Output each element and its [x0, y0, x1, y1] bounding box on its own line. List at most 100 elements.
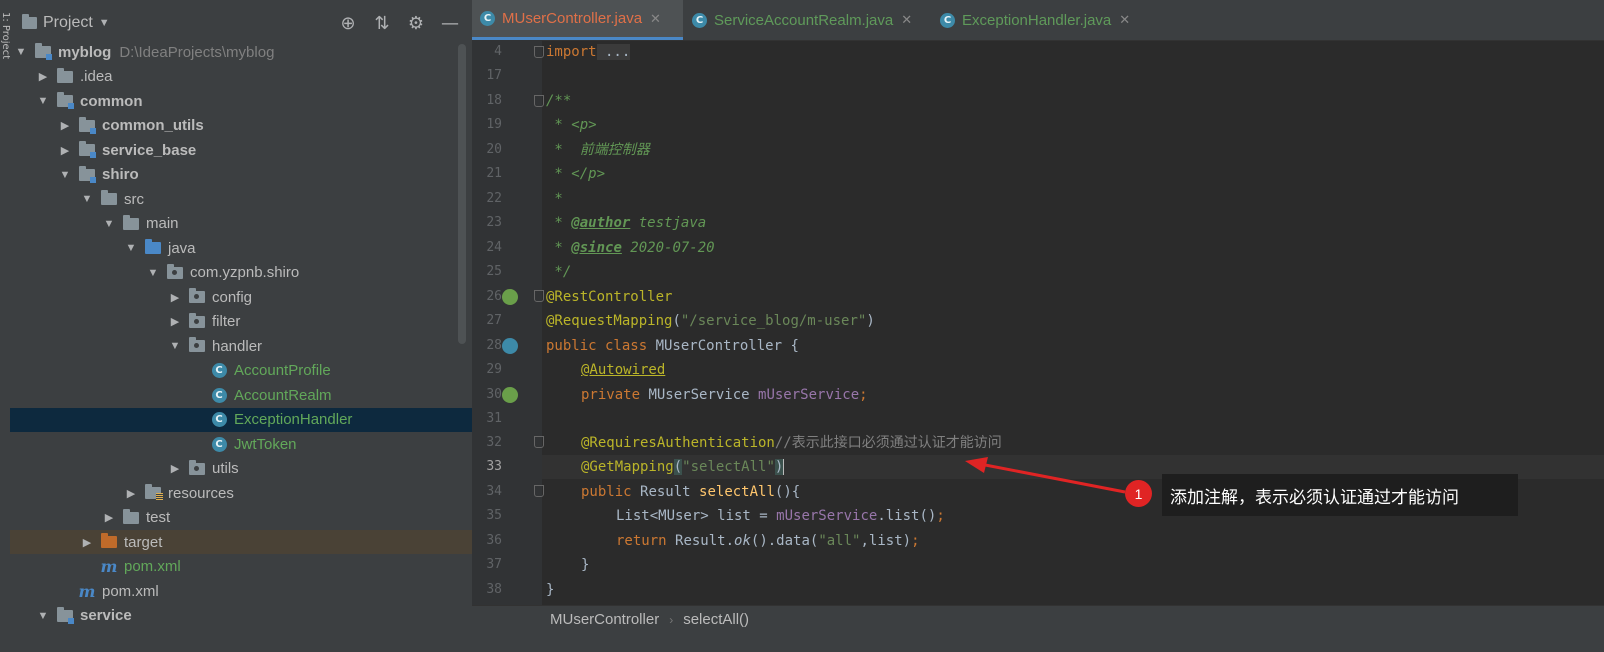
- editor-area: C MUserController.java ✕ C ServiceAccoun…: [472, 0, 1604, 652]
- code-line-30: private MUserService mUserService;: [581, 387, 868, 403]
- tab-musercontroller[interactable]: C MUserController.java ✕: [472, 0, 683, 40]
- tree-item[interactable]: C AccountRealm: [10, 383, 472, 407]
- close-icon[interactable]: ✕: [901, 12, 912, 28]
- fold-marker-icon[interactable]: [534, 95, 544, 107]
- line-number: 37: [486, 557, 502, 572]
- tree-item[interactable]: ▶ filter: [10, 310, 472, 334]
- expand-arrow-icon[interactable]: ▼: [80, 193, 94, 205]
- breadcrumb: MUserController › selectAll(): [472, 605, 1604, 633]
- folder-icon: [78, 116, 96, 134]
- class-icon: C: [940, 12, 955, 28]
- code-line-27: @RequestMapping("/service_blog/m-user"): [546, 313, 875, 329]
- tree-item[interactable]: ▶ utils: [10, 457, 472, 481]
- breadcrumb-class[interactable]: MUserController: [550, 611, 659, 628]
- minimize-icon[interactable]: —: [440, 12, 460, 34]
- expand-arrow-icon[interactable]: ▼: [58, 169, 72, 181]
- autowired-gutter-icon[interactable]: [502, 387, 518, 403]
- package-icon: [188, 312, 206, 330]
- tab-label: MUserController.java: [502, 10, 643, 27]
- tree-item[interactable]: C AccountProfile: [10, 359, 472, 383]
- folded-imports[interactable]: ...: [596, 44, 631, 60]
- code-line-23: * @author testjava: [546, 215, 707, 231]
- collapse-arrow-icon[interactable]: ▶: [124, 487, 138, 500]
- tree-item[interactable]: C ExceptionHandler: [10, 407, 472, 432]
- breadcrumb-method[interactable]: selectAll(): [683, 611, 749, 628]
- tree-item[interactable]: ▼ java: [10, 236, 472, 260]
- locate-icon[interactable]: ⊕: [338, 12, 358, 34]
- tree-item[interactable]: ▶ service_base: [10, 138, 472, 162]
- package-icon: [188, 288, 206, 305]
- tree-item[interactable]: ▼ com.yzpnb.shiro: [10, 261, 472, 285]
- tree-item[interactable]: ▼ src: [10, 187, 472, 211]
- expand-arrow-icon[interactable]: ▼: [36, 610, 50, 622]
- gear-icon[interactable]: ⚙: [406, 12, 426, 34]
- collapse-arrow-icon[interactable]: ▶: [168, 462, 182, 475]
- chevron-down-icon: ▼: [98, 17, 110, 29]
- tree-item[interactable]: ▼ main: [10, 212, 472, 236]
- tree-item[interactable]: m pom.xml: [10, 555, 472, 579]
- tree-item[interactable]: ▼ common: [10, 89, 472, 113]
- code-line-38: }: [546, 582, 555, 598]
- tree-item[interactable]: ▶ .idea: [10, 65, 472, 89]
- bottom-bar: [472, 633, 1604, 652]
- folder-icon: [144, 239, 162, 256]
- tree-item-label: AccountProfile: [234, 362, 331, 379]
- fold-marker-icon[interactable]: [534, 485, 544, 497]
- expand-arrow-icon[interactable]: ▼: [14, 46, 28, 58]
- expand-arrow-icon[interactable]: ▼: [36, 95, 50, 107]
- folder-icon: [34, 43, 52, 60]
- fold-marker-icon[interactable]: [534, 436, 544, 448]
- tree-item[interactable]: ▶ config: [10, 285, 472, 309]
- package-icon: [188, 337, 206, 354]
- expand-arrow-icon[interactable]: ▼: [168, 340, 182, 352]
- collapse-arrow-icon[interactable]: ▶: [58, 144, 72, 157]
- spring-bean-gutter-icon[interactable]: [502, 289, 518, 305]
- collapse-arrow-icon[interactable]: ▶: [168, 315, 182, 328]
- code-line-21: * </p>: [546, 166, 606, 182]
- tree-item-label: test: [146, 509, 171, 526]
- line-number: 33: [486, 459, 502, 474]
- project-panel-title: Project: [43, 14, 93, 31]
- project-view-selector[interactable]: Project ▼: [22, 14, 110, 32]
- tree-item[interactable]: C JwtToken: [10, 432, 472, 456]
- code-line-18: /**: [546, 93, 572, 109]
- tree-item[interactable]: ▶ test: [10, 506, 472, 530]
- expand-arrow-icon[interactable]: ▼: [102, 218, 116, 230]
- tree-item[interactable]: ▶ target: [10, 530, 472, 554]
- code-line-29: @Autowired: [581, 362, 666, 378]
- tree-item[interactable]: ▼ service: [10, 604, 472, 628]
- tab-exceptionhandler[interactable]: C ExceptionHandler.java ✕: [932, 0, 1138, 40]
- spring-bean-gutter-icon[interactable]: [502, 338, 518, 354]
- collapse-arrow-icon[interactable]: ▶: [80, 536, 94, 549]
- tree-item[interactable]: ▼ handler: [10, 334, 472, 358]
- collapse-arrow-icon[interactable]: ▶: [36, 70, 50, 83]
- tree-item[interactable]: ▼ shiro: [10, 163, 472, 187]
- collapse-arrow-icon[interactable]: ▶: [168, 291, 182, 304]
- fold-marker-icon[interactable]: [534, 290, 544, 302]
- code-line-33: @GetMapping("selectAll"): [581, 459, 785, 475]
- tree-item[interactable]: ▼ myblog D:\IdeaProjects\myblog: [10, 40, 472, 64]
- tree-item[interactable]: ▶ resources: [10, 481, 472, 505]
- folder-icon: [144, 484, 163, 501]
- tab-serviceaccountrealm[interactable]: C ServiceAccountRealm.java ✕: [684, 0, 920, 40]
- line-number: 29: [486, 362, 502, 377]
- scrollbar[interactable]: [458, 44, 466, 344]
- tree-item-label: utils: [212, 460, 239, 477]
- expand-arrow-icon[interactable]: ▼: [146, 267, 160, 279]
- collapse-arrow-icon[interactable]: ▶: [58, 119, 72, 132]
- tree-item-label: config: [212, 288, 253, 306]
- close-icon[interactable]: ✕: [650, 11, 661, 27]
- tree-item[interactable]: m pom.xml: [10, 579, 472, 603]
- close-icon[interactable]: ✕: [1119, 12, 1130, 28]
- tree-item-label: resources: [168, 484, 234, 502]
- editor-tabs: C MUserController.java ✕ C ServiceAccoun…: [472, 0, 1604, 41]
- expand-arrow-icon[interactable]: ▼: [124, 242, 138, 254]
- collapse-all-icon[interactable]: ⇅: [372, 12, 392, 34]
- collapse-arrow-icon[interactable]: ▶: [102, 511, 116, 524]
- fold-marker-icon[interactable]: [534, 46, 544, 58]
- side-strip-label[interactable]: 1: Project: [0, 12, 11, 92]
- package-icon: [166, 263, 184, 281]
- line-number: 38: [486, 582, 502, 597]
- code-line-20: * 前端控制器: [546, 142, 650, 158]
- tree-item[interactable]: ▶ common_utils: [10, 114, 472, 138]
